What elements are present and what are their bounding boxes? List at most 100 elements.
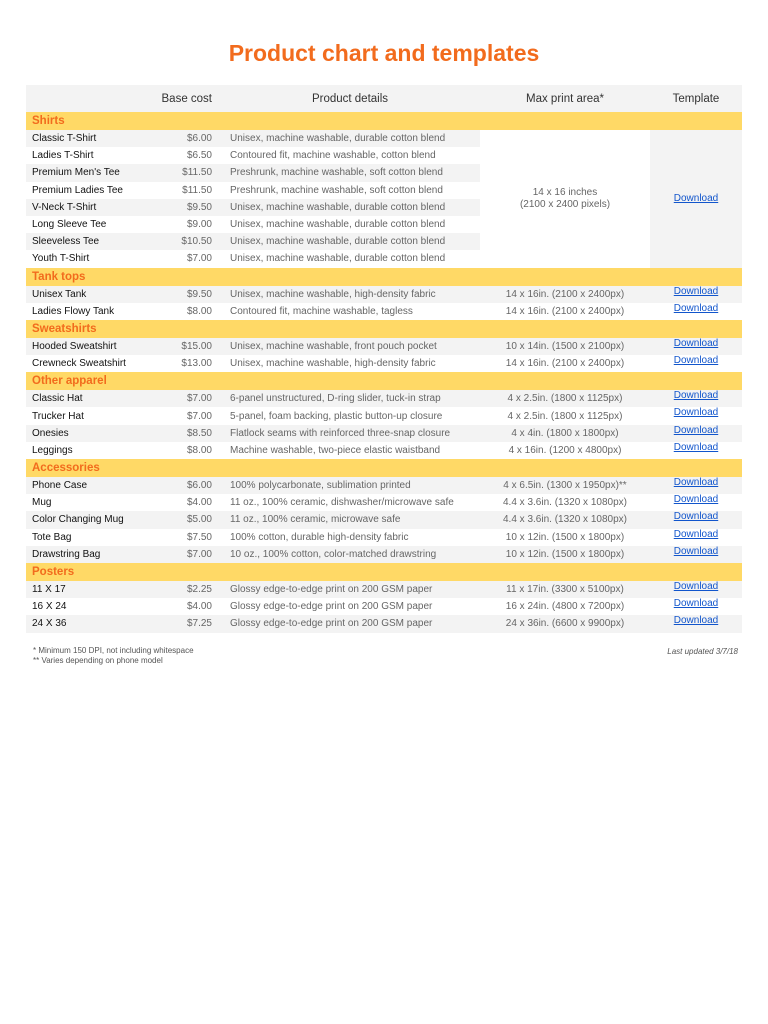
max-print-area: 14 x 16in. (2100 x 2400px)	[505, 305, 625, 317]
product-name: Color Changing Mug	[26, 511, 140, 529]
download-link[interactable]: Download	[674, 407, 718, 418]
template-cell: Download	[650, 511, 742, 529]
table-row: Leggings $8.00 Machine washable, two-piece…	[26, 442, 742, 459]
product-name: Sleeveless Tee	[26, 233, 140, 251]
page-title: Product chart and templates	[228, 40, 540, 66]
download-link[interactable]: Download	[674, 338, 718, 349]
max-print-area: 10 x 14in. (1500 x 2100px)	[480, 337, 650, 356]
table-row: Tote Bag $7.50 100% cotton, durable high-d…	[26, 529, 742, 546]
product-name: Long Sleeve Tee	[32, 219, 107, 231]
product-details: Unisex, machine washable, durable cotton…	[220, 198, 480, 216]
product-name: Ladies Flowy Tank	[32, 305, 115, 317]
base-cost: $11.50	[140, 164, 220, 182]
product-details: 6-panel unstructured, D-ring slider, tuc…	[220, 390, 480, 408]
product-details: 11 oz., 100% ceramic, dishwasher/microwa…	[230, 497, 454, 509]
table-row: Drawstring Bag $7.00 10 oz., 100% cotton, …	[26, 545, 742, 563]
base-cost: $10.50	[140, 233, 220, 251]
max-print-area: 4 x 2.5in. (1800 x 1125px)	[507, 410, 623, 422]
table-row: Mug $4.00 11 oz., 100% ceramic, dishwasher…	[26, 494, 742, 511]
section-label: Accessories	[26, 459, 742, 477]
base-cost: $11.50	[182, 184, 212, 196]
max-print-area: 4.4 x 3.6in. (1320 x 1080px)	[503, 497, 627, 509]
footnote: * Minimum 150 DPI, not including whitesp…	[33, 646, 194, 655]
product-details: Contoured fit, machine washable, tagless	[230, 305, 413, 317]
section-row: Other apparel	[26, 372, 742, 391]
download-link[interactable]: Download	[674, 390, 718, 401]
base-cost: $6.00	[140, 477, 220, 495]
max-print-area: 4.4 x 3.6in. (1320 x 1080px)	[480, 511, 650, 529]
template-cell: Download	[650, 494, 742, 511]
download-link[interactable]: Download	[674, 477, 718, 488]
base-cost: $13.00	[181, 358, 212, 370]
max-print-area: 10 x 12in. (1500 x 1800px)	[505, 531, 625, 543]
download-link[interactable]: Download	[674, 581, 718, 592]
download-link[interactable]: Download	[674, 494, 718, 505]
base-cost: $9.50	[140, 285, 220, 303]
download-link[interactable]: Download	[674, 511, 718, 522]
download-link[interactable]: Download	[674, 286, 718, 297]
table-row: Classic T-Shirt $6.00 Unisex, machine wash…	[26, 130, 742, 268]
download-link[interactable]: Download	[674, 529, 718, 540]
download-link[interactable]: Download	[674, 546, 718, 557]
product-details: Flatlock seams with reinforced three-sna…	[220, 424, 480, 442]
table-row: Hooded Sweatshirt $15.00 Unisex, machine w…	[26, 337, 742, 356]
download-link[interactable]: Download	[674, 355, 718, 366]
header-base-cost: Base cost	[140, 85, 220, 112]
download-link[interactable]: Download	[674, 425, 718, 436]
product-name: Crewneck Sweatshirt	[32, 358, 126, 370]
header-product-details: Product details	[220, 85, 480, 112]
base-cost: $4.00	[186, 601, 212, 613]
download-link[interactable]: Download	[674, 193, 718, 204]
template-cell: Download	[650, 442, 742, 459]
template-cell: Download	[650, 477, 742, 495]
product-name: Classic Hat	[26, 390, 140, 408]
max-print-area: 14 x 16in. (2100 x 2400px)	[480, 285, 650, 303]
download-link[interactable]: Download	[674, 615, 718, 626]
max-print-area: 4 x 16in. (1200 x 4800px)	[508, 444, 622, 456]
table-row: Phone Case $6.00 100% polycarbonate, subli…	[26, 477, 742, 495]
product-name: Drawstring Bag	[26, 545, 140, 563]
download-link[interactable]: Download	[674, 303, 718, 314]
base-cost: $2.25	[140, 580, 220, 599]
base-cost: $6.50	[186, 150, 212, 162]
header-name	[26, 85, 140, 112]
product-details: Unisex, machine washable, durable cotton…	[220, 233, 480, 251]
section-row: Accessories	[26, 459, 742, 477]
base-cost: $7.00	[186, 253, 212, 265]
product-details: 5-panel, foam backing, plastic button-up…	[230, 410, 443, 422]
product-name: 16 X 24	[32, 601, 67, 613]
max-print-area: 4 x 4in. (1800 x 1800px)	[480, 424, 650, 442]
template-cell: Download	[650, 285, 742, 303]
base-cost: $15.00	[140, 337, 220, 356]
base-cost: $7.00	[140, 545, 220, 563]
table-row: Crewneck Sweatshirt $13.00 Unisex, machine…	[26, 355, 742, 372]
base-cost: $9.00	[186, 219, 212, 231]
table-row: 11 X 17 $2.25 Glossy edge-to-edge print on…	[26, 580, 742, 599]
base-cost: $7.50	[186, 531, 212, 543]
table-row: Trucker Hat $7.00 5-panel, foam backing, p…	[26, 407, 742, 424]
template-cell: Download	[650, 424, 742, 442]
template-cell: Download	[650, 303, 742, 320]
product-name: 24 X 36	[26, 615, 140, 633]
base-cost: $5.00	[140, 511, 220, 529]
product-name: Onesies	[26, 424, 140, 442]
product-details: Unisex, machine washable, high-density f…	[220, 285, 480, 303]
product-name: Mug	[32, 497, 52, 509]
product-details: 10 oz., 100% cotton, color-matched draws…	[220, 545, 480, 563]
product-details: Unisex, machine washable, durable cotton…	[220, 130, 480, 148]
max-print-area: 11 x 17in. (3300 x 5100px)	[480, 580, 650, 599]
base-cost: $8.50	[140, 424, 220, 442]
download-link[interactable]: Download	[674, 442, 718, 453]
template-cell: Download	[650, 407, 742, 424]
max-print-area: 14 x 16 inches (2100 x 2400 pixels)	[480, 130, 650, 268]
download-link[interactable]: Download	[674, 598, 718, 609]
base-cost: $7.00	[140, 390, 220, 408]
product-details: Preshrunk, machine washable, soft cotton…	[220, 164, 480, 182]
product-name: Classic T-Shirt	[26, 130, 140, 148]
header-template: Template	[650, 85, 742, 112]
product-name: Premium Ladies Tee	[32, 184, 123, 196]
template-cell: Download	[650, 337, 742, 356]
last-updated: Last updated 3/7/18	[667, 647, 738, 656]
product-name: Leggings	[32, 444, 73, 456]
section-row: Tank tops	[26, 267, 742, 286]
